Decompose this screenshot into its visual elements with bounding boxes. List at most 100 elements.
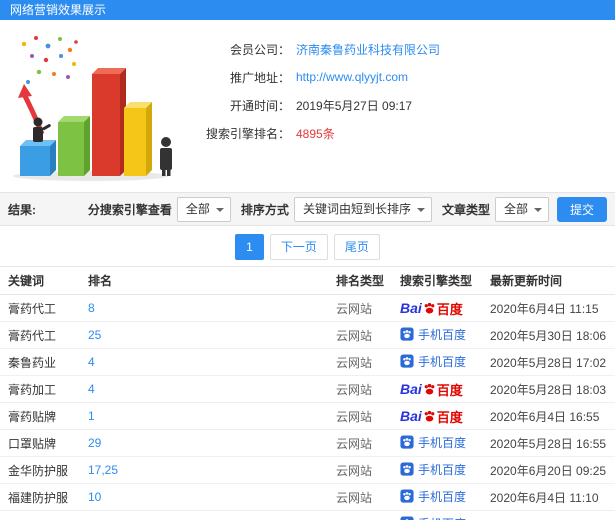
promo-url-label: 推广地址： [229, 70, 290, 85]
mobile-baidu-label: 手机百度 [418, 435, 467, 450]
cell-rank-link[interactable]: 25 [88, 328, 101, 342]
member-info-panel: 会员公司： 济南秦鲁药业科技有限公司 推广地址： http://www.qlyy… [186, 30, 615, 192]
baidu-mobile-logo: 手机百度 [400, 353, 466, 370]
marketing-chart-illustration [6, 30, 186, 182]
header-engine-type: 搜索引擎类型 [392, 266, 482, 295]
cell-keyword: 口罩贴牌 [0, 429, 80, 457]
cell-rank-link[interactable]: 8 [88, 301, 95, 315]
cell-rank-type: 云网站 [328, 402, 392, 430]
cell-rank-type: 云网站 [328, 321, 392, 349]
mobile-baidu-label: 手机百度 [418, 462, 467, 477]
table-body: 膏药代工 8 云网站 Bai 百度 2020年6月4日 11:15 膏药代工 25… [0, 294, 615, 520]
table-row: 膏药加工 4 云网站 Bai 百度 2020年5月28日 18:03 [0, 375, 615, 403]
table-row: 秦鲁药业 4 云网站 手机百度 2020年5月28日 17:02 [0, 348, 615, 376]
mobile-baidu-label: 手机百度 [418, 327, 467, 342]
businessman-figure [33, 117, 51, 142]
cell-engine: Bai 百度 [392, 294, 482, 322]
article-type-select[interactable]: 全部 [494, 196, 549, 222]
baidu-latin-text: Bai [400, 408, 422, 424]
sort-select[interactable]: 关键词由短到长排序 [293, 196, 432, 222]
cell-time: 2020年5月28日 17:02 [482, 348, 615, 376]
table-row: 手机百度 [0, 510, 615, 520]
baidu-pc-logo: Bai 百度 [400, 407, 463, 426]
baidu-paw-icon [424, 410, 435, 422]
cell-keyword: 膏药贴牌 [0, 402, 80, 430]
header-updated-time: 最新更新时间 [482, 266, 615, 295]
cell-rank-link[interactable]: 10 [88, 490, 101, 504]
mobile-baidu-icon [400, 327, 414, 341]
sort-label: 排序方式 [240, 202, 289, 217]
open-time-label: 开通时间： [229, 98, 290, 113]
baidu-cn-text: 百度 [436, 301, 463, 317]
submit-button[interactable]: 提交 [556, 196, 607, 222]
header-rank-type: 排名类型 [328, 266, 392, 295]
cell-rank-link[interactable]: 4 [88, 382, 95, 396]
page-title: 网络营销效果展示 [10, 3, 107, 17]
open-time-value: 2019年5月27日 09:17 [296, 98, 413, 113]
cell-engine: 手机百度 [392, 348, 482, 376]
cell-rank-link[interactable]: 29 [88, 436, 101, 450]
baidu-pc-logo: Bai 百度 [400, 299, 463, 318]
ranking-table: 关键词 排名 排名类型 搜索引擎类型 最新更新时间 膏药代工 8 云网站 Bai… [0, 266, 615, 520]
info-row-rank-count: 搜索引擎排名： 4895条 [186, 124, 615, 142]
last-page-button[interactable]: 尾页 [333, 234, 380, 260]
window-titlebar: 网络营销效果展示 [0, 0, 615, 20]
mobile-baidu-icon [400, 354, 414, 368]
baidu-mobile-logo: 手机百度 [400, 326, 466, 343]
table-row: 口罩贴牌 29 云网站 手机百度 2020年5月28日 16:55 [0, 429, 615, 457]
pagination: 1 下一页 尾页 [0, 226, 615, 266]
mobile-baidu-icon [400, 462, 414, 476]
rank-count-label: 搜索引擎排名： [205, 126, 290, 141]
baidu-pc-logo: Bai 百度 [400, 380, 463, 399]
baidu-paw-icon [424, 302, 435, 314]
cell-time: 2020年6月4日 11:15 [482, 294, 615, 322]
cell-rank-link[interactable]: 4 [88, 355, 95, 369]
table-row: 福建防护服 10 云网站 手机百度 2020年6月4日 11:10 [0, 483, 615, 511]
table-row: 膏药代工 25 云网站 手机百度 2020年5月30日 18:06 [0, 321, 615, 349]
member-company-link[interactable]: 济南秦鲁药业科技有限公司 [296, 41, 440, 58]
baidu-mobile-logo: 手机百度 [400, 515, 466, 520]
header-rank: 排名 [80, 266, 328, 295]
thinking-person-figure [160, 137, 172, 176]
baidu-latin-text: Bai [400, 300, 422, 316]
cell-keyword: 秦鲁药业 [0, 348, 80, 376]
cell-engine: Bai 百度 [392, 375, 482, 403]
summary-section: 会员公司： 济南秦鲁药业科技有限公司 推广地址： http://www.qlyy… [0, 20, 615, 192]
page-button-current[interactable]: 1 [235, 234, 264, 260]
cell-keyword: 膏药代工 [0, 294, 80, 322]
cell-time [482, 510, 615, 520]
cell-time: 2020年5月28日 18:03 [482, 375, 615, 403]
confetti-dots [21, 36, 78, 84]
cell-rank-type: 云网站 [328, 429, 392, 457]
growth-arrow [18, 84, 45, 135]
baidu-cn-text: 百度 [436, 382, 463, 398]
engine-view-select[interactable]: 全部 [176, 196, 231, 222]
cell-engine: 手机百度 [392, 510, 482, 520]
table-row: 膏药代工 8 云网站 Bai 百度 2020年6月4日 11:15 [0, 294, 615, 322]
cell-rank-type: 云网站 [328, 375, 392, 403]
cell-keyword: 金华防护服 [0, 456, 80, 484]
cell-rank-type: 云网站 [328, 456, 392, 484]
result-label: 结果: [8, 202, 36, 217]
mobile-baidu-label: 手机百度 [418, 354, 467, 369]
article-type-label: 文章类型 [441, 202, 490, 217]
baidu-paw-icon [424, 383, 435, 395]
cell-rank-link[interactable]: 1 [88, 409, 95, 423]
cell-engine: 手机百度 [392, 456, 482, 484]
cell-time: 2020年5月28日 16:55 [482, 429, 615, 457]
filter-bar: 结果: 分搜索引擎查看 全部 排序方式 关键词由短到长排序 文章类型 全部 提交 [0, 192, 615, 226]
info-row-url: 推广地址： http://www.qlyyjt.com [186, 68, 615, 86]
mobile-baidu-icon [400, 489, 414, 503]
next-page-button[interactable]: 下一页 [269, 234, 328, 260]
cell-engine: Bai 百度 [392, 402, 482, 430]
cell-time: 2020年6月4日 16:55 [482, 402, 615, 430]
cell-rank-link[interactable]: 17,25 [88, 463, 118, 477]
cell-time: 2020年5月30日 18:06 [482, 321, 615, 349]
cell-time: 2020年6月4日 11:10 [482, 483, 615, 511]
cell-rank-type: 云网站 [328, 294, 392, 322]
promo-url-link[interactable]: http://www.qlyyjt.com [296, 70, 408, 84]
bar-chart-3d-graphic [13, 36, 172, 181]
cell-engine: 手机百度 [392, 429, 482, 457]
cell-keyword [0, 510, 80, 520]
baidu-latin-text: Bai [400, 381, 422, 397]
